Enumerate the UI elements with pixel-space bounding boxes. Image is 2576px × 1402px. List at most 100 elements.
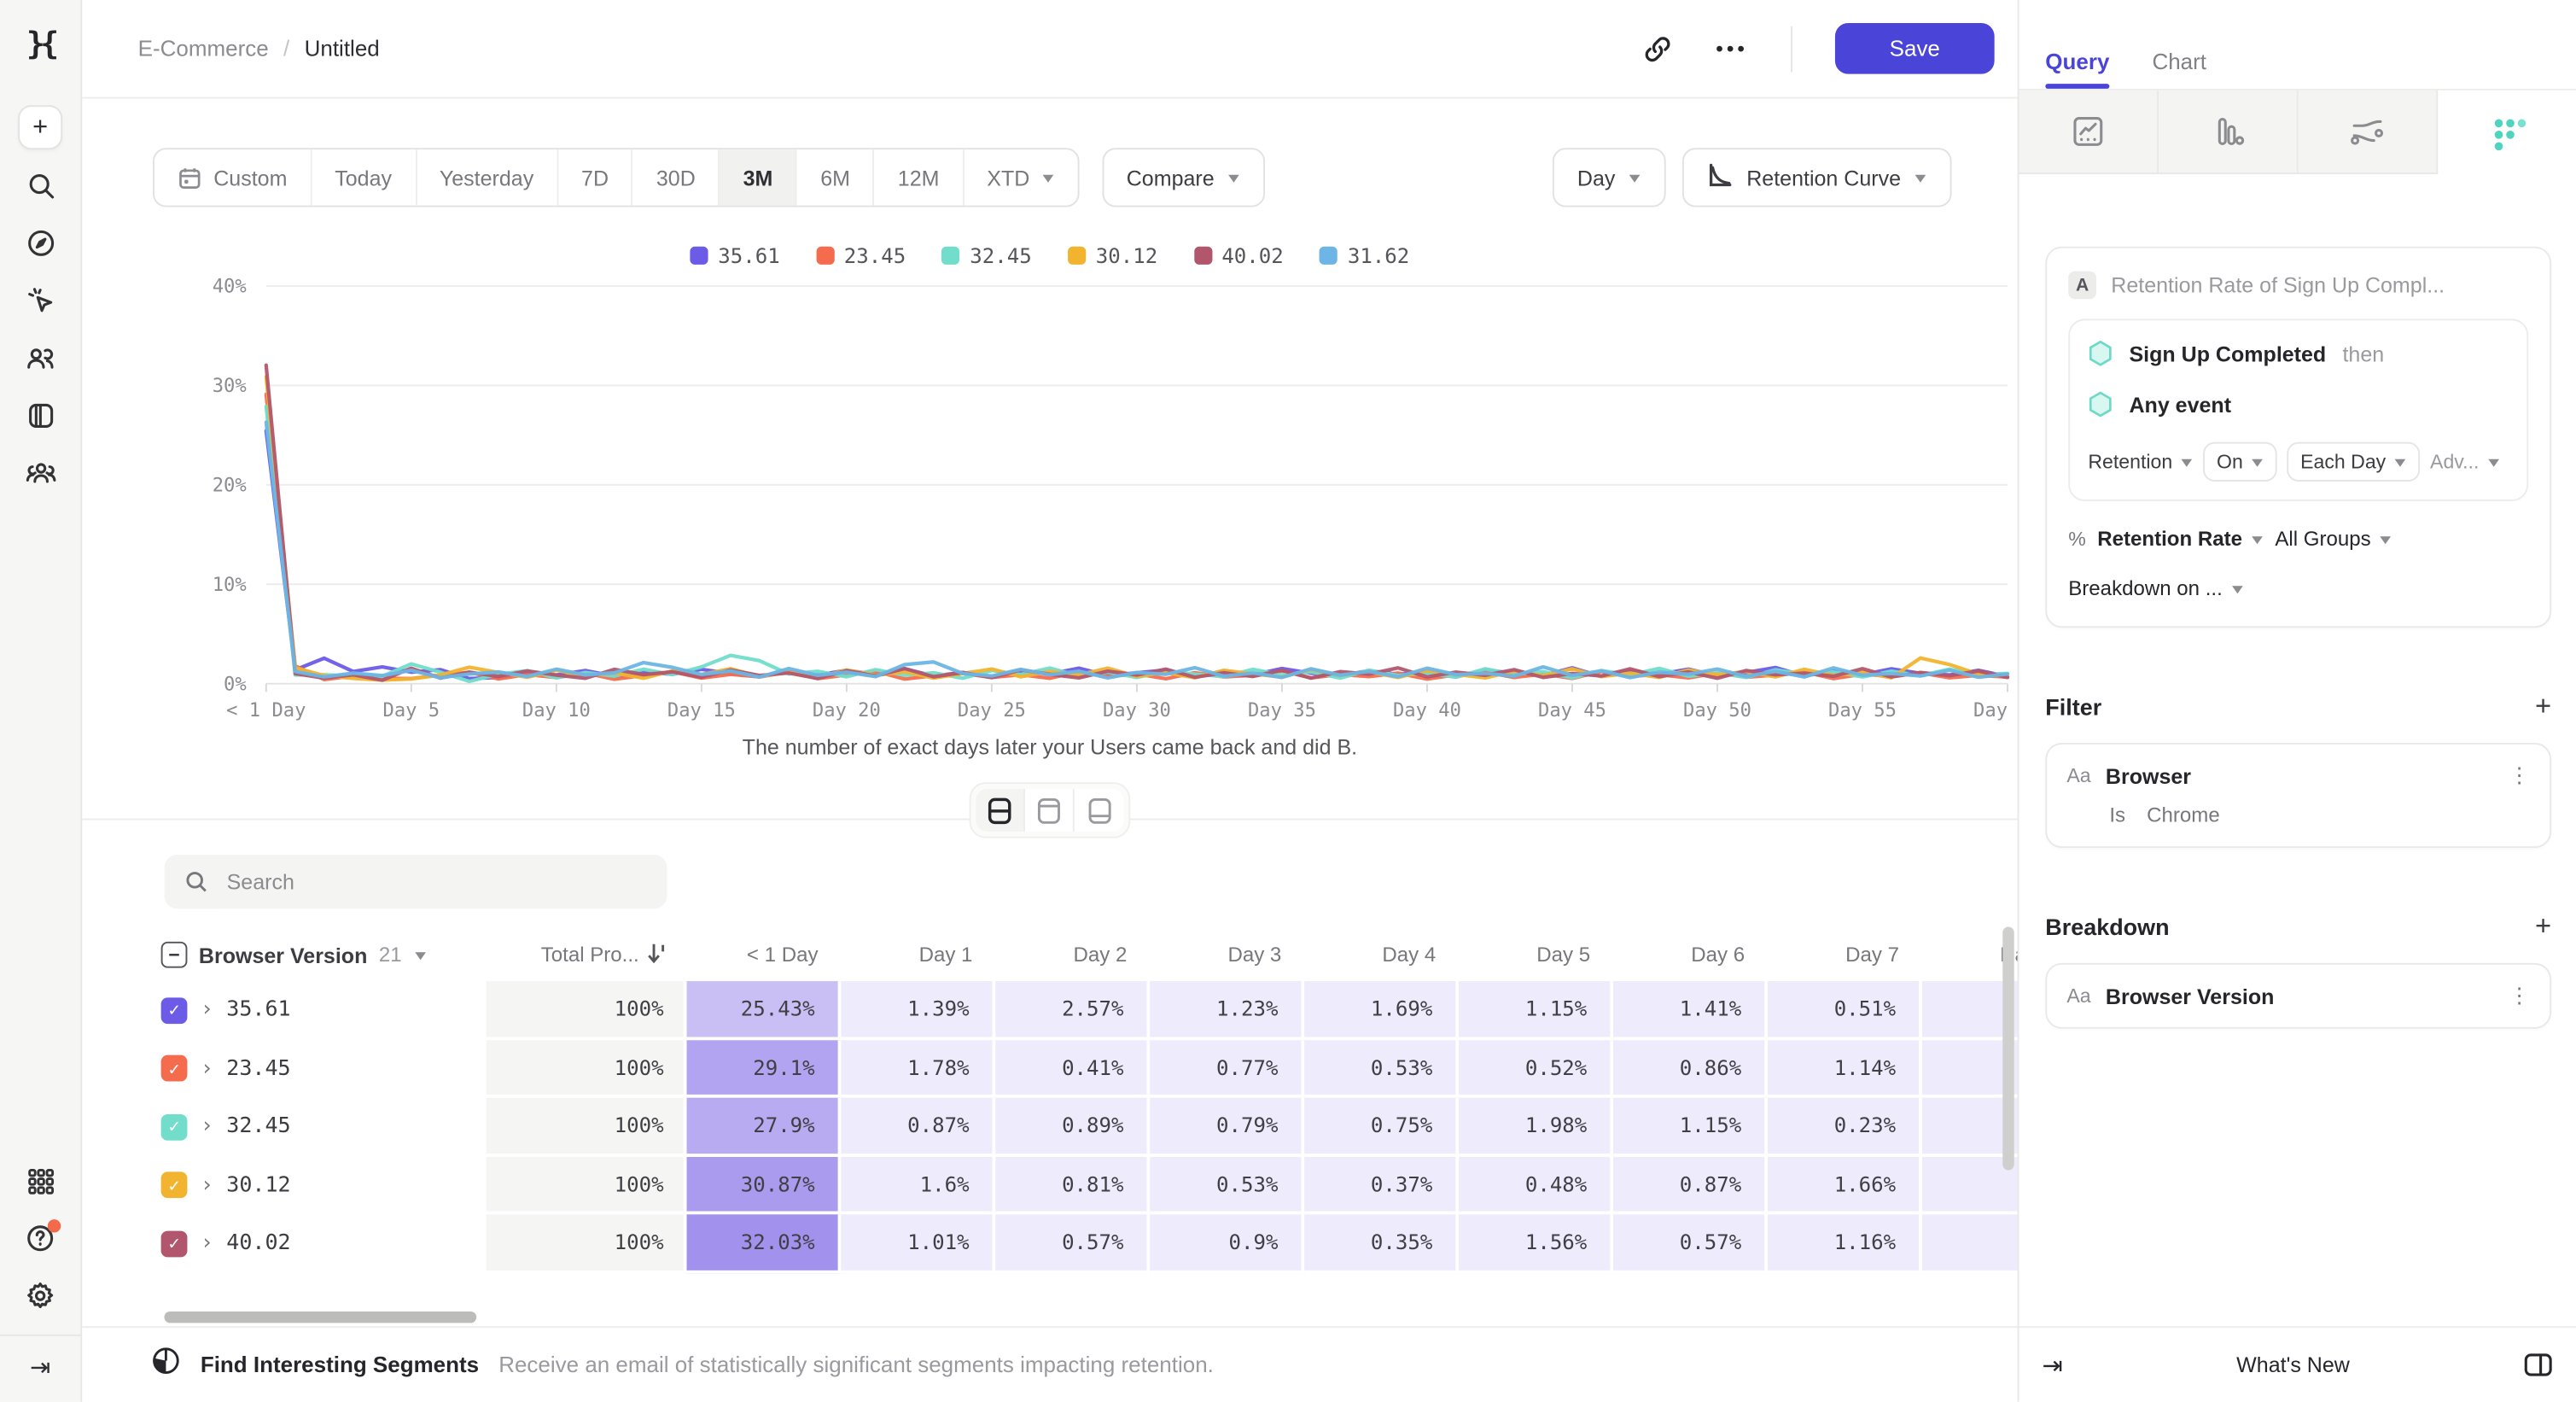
filter-value[interactable]: Chrome	[2147, 803, 2220, 827]
day-column-header[interactable]: Day 1	[841, 943, 995, 967]
date-range-yesterday[interactable]: Yesterday	[415, 149, 557, 205]
retention-type-dropdown[interactable]: Retention▼	[2088, 450, 2194, 473]
date-range-7d[interactable]: 7D	[557, 149, 632, 205]
legend-item[interactable]: 31.62	[1320, 242, 1409, 267]
table-only-view-button[interactable]	[1075, 789, 1124, 832]
users-nav-button[interactable]	[18, 336, 62, 380]
collapse-sidebar-button[interactable]: ⇥	[30, 1352, 50, 1382]
filter-card[interactable]: Aa Browser ⋮ Is Chrome	[2045, 743, 2551, 848]
legend-item[interactable]: 32.45	[942, 242, 1032, 267]
report-type-retention[interactable]	[2438, 91, 2576, 174]
layout-panel-icon[interactable]	[2523, 1352, 2553, 1377]
event-row-2[interactable]: Any event	[2088, 391, 2509, 418]
date-range-3m[interactable]: 3M	[719, 149, 796, 205]
advanced-dropdown[interactable]: Adv...▼	[2430, 450, 2500, 473]
table-row[interactable]: ✓›23.45100%29.1%1.78%0.41%0.77%0.53%0.52…	[148, 1039, 2017, 1097]
total-column-label[interactable]: Total Pro...	[541, 943, 639, 967]
compare-button[interactable]: Compare▼	[1102, 148, 1265, 207]
date-range-6m[interactable]: 6M	[796, 149, 873, 205]
row-checkbox[interactable]: ✓	[161, 1055, 188, 1082]
each-day-dropdown[interactable]: Each Day▼	[2288, 442, 2421, 482]
legend-item[interactable]: 35.61	[691, 242, 780, 267]
tab-chart[interactable]: Chart	[2152, 50, 2206, 89]
metric-dropdown[interactable]: Retention Rate▼	[2097, 528, 2264, 551]
more-menu-icon[interactable]: •••	[1716, 36, 1748, 61]
granularity-button[interactable]: Day▼	[1553, 148, 1666, 207]
chart-type-button[interactable]: Retention Curve▼	[1682, 148, 1951, 207]
split-view-button[interactable]	[976, 789, 1025, 832]
collapse-panel-icon[interactable]: ⇥	[2042, 1350, 2062, 1380]
cohorts-nav-button[interactable]	[18, 450, 62, 494]
row-expand-icon[interactable]: ›	[201, 998, 213, 1023]
day-column-header[interactable]: Day 2	[995, 943, 1150, 967]
date-range-custom[interactable]: Custom	[154, 149, 310, 205]
search-input[interactable]	[224, 867, 618, 896]
day-column-header[interactable]: Day 7	[1768, 943, 1922, 967]
legend-item[interactable]: 40.02	[1194, 242, 1284, 267]
row-checkbox[interactable]: ✓	[161, 1113, 188, 1140]
table-row[interactable]: ✓›40.02100%32.03%1.01%0.57%0.9%0.35%1.56…	[148, 1214, 2017, 1272]
table-row[interactable]: ✓›32.45100%27.9%0.87%0.89%0.79%0.75%1.98…	[148, 1098, 2017, 1156]
row-expand-icon[interactable]: ›	[201, 1231, 213, 1256]
row-expand-icon[interactable]: ›	[201, 1056, 213, 1081]
breakdown-card[interactable]: Aa Browser Version ⋮	[2045, 963, 2551, 1029]
groups-dropdown[interactable]: All Groups▼	[2275, 528, 2392, 551]
day-column-header[interactable]: Day 4	[1304, 943, 1459, 967]
apps-grid-button[interactable]	[18, 1159, 62, 1203]
date-range-30d[interactable]: 30D	[632, 149, 719, 205]
line-series-31.62[interactable]	[266, 422, 2008, 677]
vertical-scrollbar-thumb[interactable]	[2002, 927, 2014, 1171]
breadcrumb-project[interactable]: E-Commerce	[138, 36, 269, 61]
line-series-23.45[interactable]	[266, 394, 2008, 680]
day-column-header[interactable]: Day 3	[1150, 943, 1304, 967]
line-series-30.12[interactable]	[266, 377, 2008, 680]
row-expand-icon[interactable]: ›	[201, 1114, 213, 1139]
day-column-header[interactable]: Day 5	[1459, 943, 1613, 967]
legend-item[interactable]: 23.45	[816, 242, 906, 267]
on-dropdown[interactable]: On▼	[2204, 442, 2277, 482]
date-range-xtd[interactable]: XTD▼	[962, 149, 1077, 205]
select-all-checkbox[interactable]: −	[161, 942, 188, 968]
row-checkbox[interactable]: ✓	[161, 997, 188, 1024]
search-nav-button[interactable]	[18, 163, 62, 207]
interesting-segments-bar[interactable]: Find Interesting Segments Receive an ema…	[82, 1326, 2017, 1402]
help-button[interactable]	[18, 1216, 62, 1260]
activity-nav-button[interactable]	[18, 277, 62, 322]
report-type-flows[interactable]	[2299, 91, 2439, 174]
whats-new-link[interactable]: What's New	[2236, 1352, 2350, 1377]
line-series-35.61[interactable]	[266, 430, 2008, 678]
filter-operator[interactable]: Is	[2109, 803, 2125, 827]
day-column-header[interactable]: < 1 Day	[687, 943, 842, 967]
series-title[interactable]: Retention Rate of Sign Up Compl...	[2111, 273, 2445, 298]
discover-nav-button[interactable]	[18, 220, 62, 265]
kebab-menu-icon[interactable]: ⋮	[2509, 983, 2530, 1009]
legend-item[interactable]: 30.12	[1068, 242, 1157, 267]
horizontal-scrollbar-thumb[interactable]	[164, 1311, 476, 1323]
breadcrumb-report-title[interactable]: Untitled	[305, 36, 380, 61]
date-range-12m[interactable]: 12M	[873, 149, 963, 205]
report-type-insights[interactable]	[2019, 91, 2159, 174]
copy-link-icon[interactable]	[1643, 33, 1673, 63]
table-row[interactable]: ✓›30.12100%30.87%1.6%0.81%0.53%0.37%0.48…	[148, 1156, 2017, 1214]
save-button[interactable]: Save	[1835, 23, 1995, 74]
boards-nav-button[interactable]	[18, 393, 62, 437]
report-type-funnels[interactable]	[2159, 91, 2299, 174]
sort-desc-icon[interactable]	[647, 941, 667, 969]
breakdown-on-dropdown[interactable]: Breakdown on ...▼	[2068, 577, 2243, 600]
row-expand-icon[interactable]: ›	[201, 1173, 213, 1198]
kebab-menu-icon[interactable]: ⋮	[2509, 762, 2530, 789]
chart-only-view-button[interactable]	[1025, 789, 1075, 832]
event-row-1[interactable]: Sign Up Completed then	[2088, 340, 2509, 366]
table-row[interactable]: ✓›35.61100%25.43%1.39%2.57%1.23%1.69%1.1…	[148, 981, 2017, 1039]
add-breakdown-button[interactable]: +	[2535, 910, 2551, 943]
row-checkbox[interactable]: ✓	[161, 1172, 188, 1199]
add-filter-button[interactable]: +	[2535, 690, 2551, 722]
day-column-header[interactable]: Day 6	[1613, 943, 1768, 967]
create-button[interactable]: +	[18, 105, 62, 149]
line-series-32.45[interactable]	[266, 406, 2008, 681]
line-series-40.02[interactable]	[266, 365, 2008, 681]
date-range-today[interactable]: Today	[310, 149, 415, 205]
settings-button[interactable]	[18, 1274, 62, 1318]
chevron-down-icon[interactable]: ▼	[411, 948, 428, 962]
row-checkbox[interactable]: ✓	[161, 1230, 188, 1257]
